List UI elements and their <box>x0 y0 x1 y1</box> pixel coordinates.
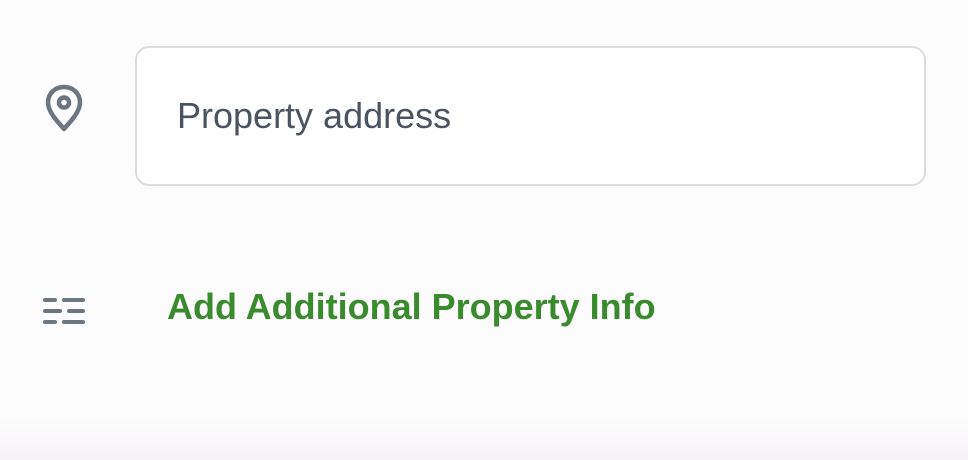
bottom-fade <box>0 420 968 460</box>
sliders-icon <box>42 296 86 326</box>
property-address-input[interactable] <box>135 46 926 186</box>
add-additional-property-info-link[interactable]: Add Additional Property Info <box>167 286 656 328</box>
map-pin-icon <box>44 84 84 132</box>
